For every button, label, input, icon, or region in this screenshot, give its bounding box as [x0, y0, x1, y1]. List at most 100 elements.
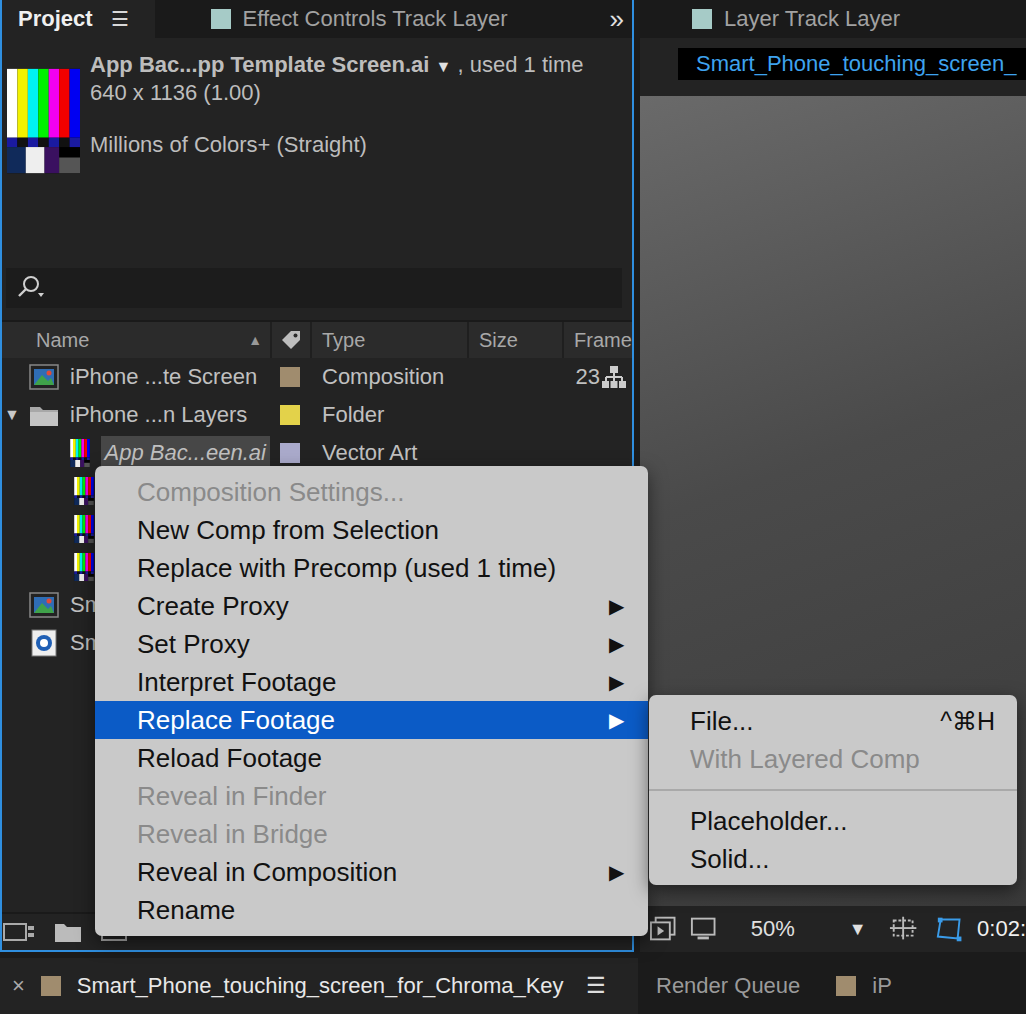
column-label[interactable] — [270, 322, 310, 358]
column-name[interactable]: Name ▲ — [2, 322, 270, 358]
new-folder-icon[interactable] — [54, 920, 82, 944]
menu-item-label: Placeholder... — [690, 806, 848, 837]
menu-item-label: Replace Footage — [137, 705, 335, 736]
timeline-tab[interactable]: × Smart_Phone_touching_screen_for_Chroma… — [0, 958, 638, 1014]
project-item[interactable]: ▼ iPhone ...n Layers Folder — [2, 396, 632, 434]
submenu-arrow-icon: ▶ — [609, 670, 624, 694]
submenu-arrow-icon: ▶ — [609, 860, 624, 884]
item-name: iPhone ...te Screen — [66, 360, 261, 394]
sort-icon: ▲ — [248, 332, 262, 348]
zoom-value[interactable]: 50% — [751, 916, 835, 942]
submenu-item[interactable]: Placeholder... — [649, 802, 1017, 840]
menu-item[interactable]: Interpret Footage ▶ — [95, 663, 648, 701]
layer-tab[interactable]: Layer Track Layer — [640, 0, 916, 38]
project-item[interactable]: iPhone ...te Screen Composition 23 — [2, 358, 632, 396]
color-bars-icon — [65, 439, 95, 467]
tag-icon — [279, 328, 303, 352]
menu-item[interactable]: Reveal in Finder — [95, 777, 648, 815]
submenu-item[interactable]: Solid... — [649, 840, 1017, 878]
label-color-icon[interactable] — [280, 405, 300, 425]
column-type[interactable]: Type — [310, 322, 467, 358]
tab-color-icon — [41, 976, 61, 996]
panel-tab[interactable]: Project ☰ — [2, 0, 155, 38]
viewer-tabbar: Layer Track Layer — [640, 0, 1026, 38]
timeline-tab[interactable]: iP — [818, 958, 910, 1014]
close-icon[interactable]: × — [12, 973, 25, 999]
item-name: iPhone ...n Layers — [66, 398, 251, 432]
submenu-item[interactable]: File... ^⌘H — [649, 702, 1017, 740]
menu-item[interactable]: Replace Footage ▶ — [95, 701, 648, 739]
item-label-cell — [270, 396, 310, 434]
footage-dimensions: 640 x 1136 (1.00) — [90, 80, 584, 106]
footage-name[interactable]: App Bac...pp Template Screen.ai ▼ , used… — [90, 52, 584, 80]
tab-label: Effect Controls Track Layer — [243, 6, 508, 32]
menu-item-label: Reveal in Bridge — [137, 819, 328, 850]
column-size[interactable]: Size — [467, 322, 562, 358]
menu-shortcut: ^⌘H — [940, 707, 995, 736]
dropdown-icon[interactable]: ▼ — [436, 58, 452, 75]
grid-guides-icon[interactable] — [889, 915, 921, 943]
menu-item-label: Set Proxy — [137, 629, 250, 660]
submenu-arrow-icon: ▶ — [609, 708, 624, 732]
zoom-dropdown-icon[interactable]: ▼ — [849, 919, 867, 940]
tab-menu-icon[interactable]: ☰ — [586, 973, 606, 999]
item-type: Folder — [310, 396, 467, 434]
menu-item[interactable]: Set Proxy ▶ — [95, 625, 648, 663]
overflow-icon[interactable]: » — [610, 0, 632, 38]
twisty-icon[interactable]: ▼ — [2, 406, 22, 424]
submenu-arrow-icon: ▶ — [609, 632, 624, 656]
menu-item[interactable]: Replace with Precomp (used 1 time) — [95, 549, 648, 587]
footage-color-depth: Millions of Colors+ (Straight) — [90, 132, 584, 158]
composition-icon — [29, 364, 59, 390]
item-name-cell: iPhone ...te Screen — [2, 358, 270, 396]
submenu-arrow-icon: ▶ — [609, 594, 624, 618]
item-size — [467, 396, 562, 434]
submenu-item[interactable]: With Layered Comp — [649, 740, 1017, 778]
flowchart-icon[interactable] — [602, 365, 626, 389]
tab-label: Layer Track Layer — [724, 6, 900, 32]
menu-item-label: Rename — [137, 895, 235, 926]
timeline-tab[interactable]: Render Queue — [638, 958, 818, 1014]
comp-breadcrumb[interactable]: Smart_Phone_touching_screen_ — [678, 48, 1026, 80]
timeline-tabbar: × Smart_Phone_touching_screen_for_Chroma… — [0, 952, 1026, 1014]
tab-color-icon — [836, 976, 856, 996]
interpret-footage-icon[interactable] — [2, 920, 36, 944]
column-frame[interactable]: Frame — [562, 322, 632, 358]
mask-path-icon[interactable] — [935, 915, 963, 943]
panel-tab[interactable]: Effect Controls Track Layer — [155, 0, 524, 38]
menu-item[interactable]: New Comp from Selection — [95, 511, 648, 549]
tab-label: Render Queue — [656, 973, 800, 999]
item-name: App Bac...een.ai — [101, 436, 270, 470]
info-text: App Bac...pp Template Screen.ai ▼ , used… — [90, 52, 584, 260]
comp-breadcrumb-row: Smart_Phone_touching_screen_ — [640, 38, 1026, 90]
menu-item-label: Reload Footage — [137, 743, 322, 774]
folder-icon — [29, 403, 59, 427]
menu-item-label: Replace with Precomp (used 1 time) — [137, 553, 556, 584]
menu-item[interactable]: Reload Footage — [95, 739, 648, 777]
panel-menu-icon[interactable]: ☰ — [111, 7, 129, 31]
menu-separator — [649, 778, 1017, 802]
tab-color-icon — [211, 9, 231, 29]
always-preview-icon[interactable] — [650, 916, 676, 942]
menu-item-label: Composition Settings... — [137, 477, 404, 508]
item-size — [467, 358, 562, 396]
menu-item-label: New Comp from Selection — [137, 515, 439, 546]
search-icon — [16, 275, 46, 301]
menu-item[interactable]: Reveal in Composition ▶ — [95, 853, 648, 891]
item-frame — [562, 396, 632, 434]
menu-item[interactable]: Create Proxy ▶ — [95, 587, 648, 625]
tab-label: Smart_Phone_touching_screen_for_Chroma_K… — [77, 973, 564, 999]
menu-item-label: Reveal in Finder — [137, 781, 326, 812]
context-menu: Composition Settings... New Comp from Se… — [95, 466, 648, 936]
menu-item[interactable]: Reveal in Bridge — [95, 815, 648, 853]
label-color-icon[interactable] — [280, 443, 300, 463]
menu-item[interactable]: Composition Settings... — [95, 473, 648, 511]
footage-icon — [29, 629, 59, 657]
search-field[interactable] — [6, 268, 622, 308]
color-bars-icon — [7, 56, 80, 186]
label-color-icon[interactable] — [280, 367, 300, 387]
composition-icon — [29, 592, 59, 618]
menu-item[interactable]: Rename — [95, 891, 648, 929]
timecode[interactable]: 0:02: — [977, 916, 1026, 942]
monitor-icon[interactable] — [690, 916, 716, 942]
